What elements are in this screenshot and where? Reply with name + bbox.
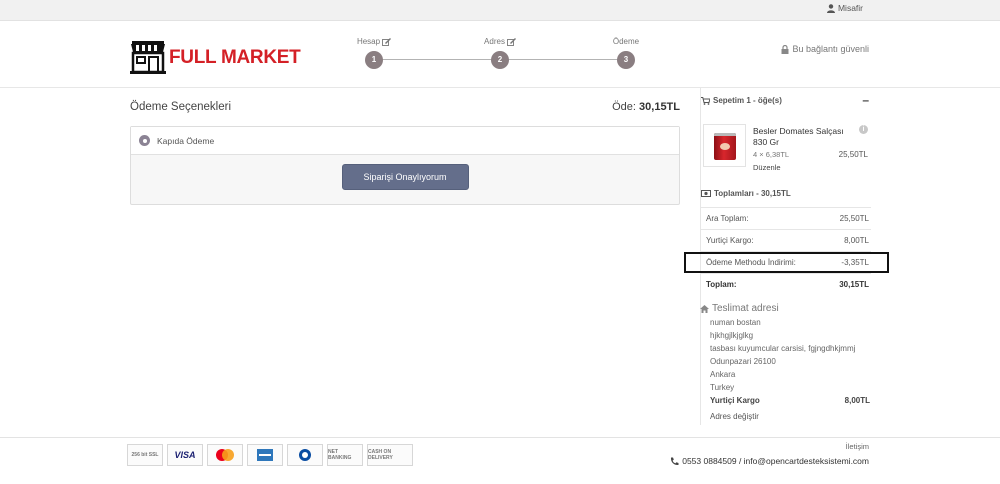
- row-value: 25,50TL: [839, 214, 869, 223]
- home-icon: [700, 304, 709, 313]
- shipping-row: Yurtiçi Kargo: 8,00TL: [701, 229, 871, 251]
- address-line: numan bostan: [710, 318, 761, 327]
- row-value: 30,15TL: [839, 280, 869, 289]
- address-line: hjkhgjlkjglkg: [710, 331, 754, 340]
- collapse-icon[interactable]: –: [862, 93, 869, 107]
- payment-options-box: Kapıda Ödeme Siparişi Onaylıyorum: [130, 126, 680, 205]
- highlight-box: [684, 252, 889, 273]
- step-payment: Ödeme 3: [596, 35, 656, 69]
- page-title: Ödeme Seçenekleri: [130, 101, 231, 113]
- mastercard-badge: [207, 444, 243, 466]
- user-label: Misafir: [837, 3, 863, 13]
- step-number: 2: [491, 51, 509, 69]
- secure-label: Bu bağlantı güvenli: [792, 44, 869, 54]
- payment-option-label: Kapıda Ödeme: [157, 135, 215, 146]
- contact-text: 0553 0884509 / info@opencartdesteksistem…: [682, 456, 869, 466]
- product-name[interactable]: Besler Domates Salçası 830 Gr: [753, 126, 853, 148]
- total-row: Toplam: 30,15TL: [701, 273, 871, 295]
- top-bar: Misafir: [0, 0, 1000, 21]
- step-label: Hesap: [356, 37, 381, 46]
- footer: 256 bit SSL VISA NET BANKING CASH ON DEL…: [0, 437, 1000, 484]
- edit-icon: [382, 37, 392, 46]
- amount-due-label: Öde:: [612, 101, 636, 113]
- logo[interactable]: FULL MARKET: [130, 41, 301, 74]
- edit-product-link[interactable]: Düzenle: [753, 163, 781, 172]
- diners-icon: [299, 449, 311, 461]
- confirm-order-button[interactable]: Siparişi Onaylıyorum: [341, 164, 469, 190]
- contact-title: İletişim: [845, 442, 869, 451]
- amount-due-value: 30,15TL: [639, 101, 680, 113]
- checkout-steps: Hesap 1 Adres 2 Ödeme 3: [352, 35, 652, 75]
- address-line: Turkey: [710, 383, 735, 392]
- product-quantity: 4 × 6,38TL: [753, 150, 790, 159]
- info-icon[interactable]: i: [859, 125, 868, 134]
- cart-header[interactable]: Sepetim 1 - öğe(s) –: [701, 93, 871, 107]
- row-label: Toplam:: [706, 280, 737, 289]
- ssl-badge: 256 bit SSL: [127, 444, 163, 466]
- payment-option-cod[interactable]: Kapıda Ödeme: [131, 127, 679, 155]
- product-price: 25,50TL: [838, 150, 868, 159]
- secure-connection: Bu bağlantı güvenli: [781, 44, 869, 54]
- subtotal-row: Ara Toplam: 25,50TL: [701, 207, 871, 229]
- shipping-label: Yurtiçi Kargo: [710, 396, 760, 405]
- visa-badge: VISA: [167, 444, 203, 466]
- delivery-address: Teslimat adresi numan bostan hjkhgjlkjgl…: [700, 303, 870, 423]
- store-icon: [130, 41, 166, 74]
- step-label: Adres: [484, 37, 505, 46]
- row-label: Yurtiçi Kargo:: [706, 236, 754, 245]
- address-line: Odunpazari 26100: [710, 357, 776, 366]
- cash-on-delivery-badge: CASH ON DELIVERY: [367, 444, 413, 466]
- step-number: 3: [617, 51, 635, 69]
- step-label: Ödeme: [612, 37, 640, 46]
- row-value: 8,00TL: [844, 236, 869, 245]
- contact-info: 0553 0884509 / info@opencartdesteksistem…: [670, 456, 869, 466]
- step-address[interactable]: Adres 2: [470, 35, 530, 69]
- logo-text: FULL MARKET: [169, 46, 301, 68]
- cart-header-label: Sepetim 1 - öğe(s): [713, 96, 782, 105]
- shipping-value: 8,00TL: [844, 396, 870, 405]
- diners-badge: [287, 444, 323, 466]
- header: FULL MARKET Hesap 1 Adres 2 Ödeme 3 Bu b: [0, 21, 1000, 88]
- payment-section: Ödeme Seçenekleri Öde: 30,15TL Kapıda Öd…: [130, 100, 680, 205]
- mastercard-icon: [216, 449, 234, 461]
- cart-icon: [701, 96, 710, 105]
- money-icon: [701, 190, 711, 197]
- address-line: Ankara: [710, 370, 736, 379]
- amex-badge: [247, 444, 283, 466]
- net-banking-badge: NET BANKING: [327, 444, 363, 466]
- user-menu[interactable]: Misafir: [826, 3, 863, 13]
- phone-icon: [671, 457, 679, 465]
- payment-badges: 256 bit SSL VISA NET BANKING CASH ON DEL…: [127, 444, 413, 466]
- totals-header-label: Toplamları - 30,15TL: [714, 189, 791, 198]
- shipping-method: Yurtiçi Kargo 8,00TL: [710, 394, 870, 407]
- lock-icon: [781, 44, 789, 54]
- step-account[interactable]: Hesap 1: [344, 35, 404, 69]
- radio-selected[interactable]: [139, 135, 150, 146]
- amount-due: Öde: 30,15TL: [612, 101, 680, 113]
- step-number: 1: [365, 51, 383, 69]
- user-icon: [826, 3, 835, 13]
- change-address-link[interactable]: Adres değiştir: [710, 410, 870, 423]
- edit-icon: [507, 37, 516, 46]
- amex-icon: [257, 449, 273, 461]
- row-label: Ara Toplam:: [706, 214, 749, 223]
- address-title: Teslimat adresi: [712, 303, 779, 314]
- address-line: tasbası kuyumcular carsisi, fgjngdhkjmmj: [710, 344, 856, 353]
- product-image[interactable]: [703, 124, 746, 167]
- totals-header: Toplamları - 30,15TL: [701, 189, 791, 198]
